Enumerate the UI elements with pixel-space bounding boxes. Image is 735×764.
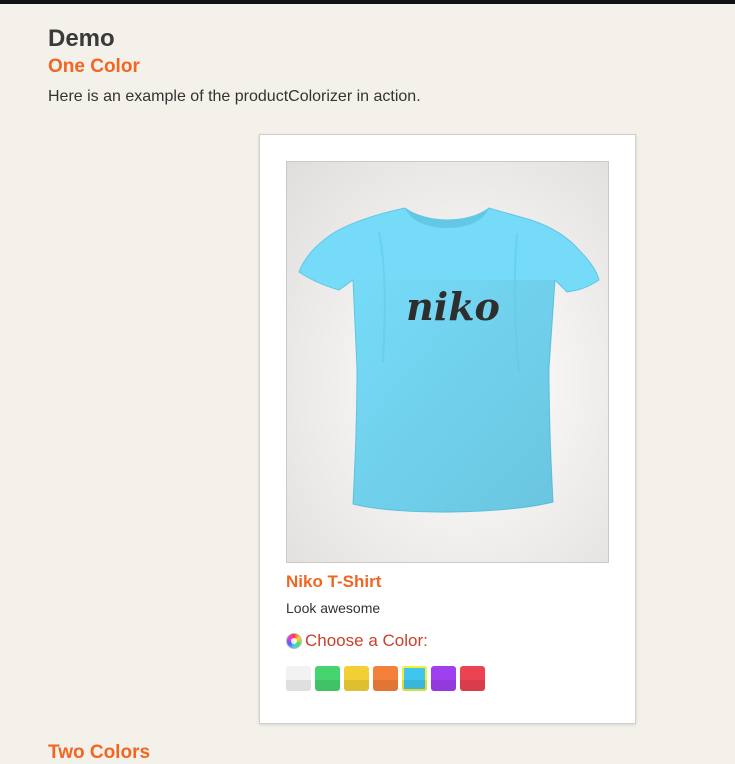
swatch-red[interactable]: [460, 666, 485, 691]
swatch-orange[interactable]: [373, 666, 398, 691]
color-wheel-icon: [286, 633, 302, 649]
intro-text: Here is an example of the productColoriz…: [48, 88, 421, 105]
page-title: Demo: [48, 25, 115, 52]
section-title-one-color: One Color: [48, 56, 140, 77]
product-image: niko: [286, 161, 609, 563]
color-swatches: [286, 666, 489, 691]
section-title-two-colors: Two Colors: [48, 742, 151, 763]
tshirt-icon: niko: [298, 207, 600, 513]
swatch-blue[interactable]: [402, 666, 427, 691]
choose-color-label-row: Choose a Color:: [286, 631, 428, 651]
top-bar: [0, 0, 735, 4]
swatch-white[interactable]: [286, 666, 311, 691]
product-title: Niko T-Shirt: [286, 572, 382, 591]
choose-color-label: Choose a Color:: [305, 631, 428, 650]
shirt-print-text: niko: [406, 284, 500, 329]
product-card: niko Niko T-Shirt Look awesome Choose a …: [259, 134, 636, 724]
swatch-purple[interactable]: [431, 666, 456, 691]
product-description: Look awesome: [286, 600, 381, 616]
swatch-yellow[interactable]: [344, 666, 369, 691]
demo-content: Demo One Color Here is an example of the…: [48, 24, 708, 108]
swatch-green[interactable]: [315, 666, 340, 691]
